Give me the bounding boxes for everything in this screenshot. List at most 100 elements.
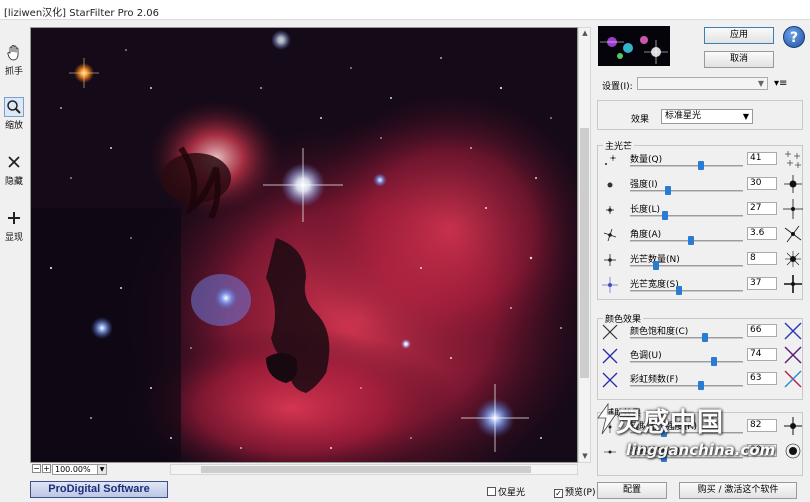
slider-row-rainbow: 彩虹频数(F) 63 (597, 370, 803, 395)
slider-value[interactable]: 82 (747, 419, 777, 432)
many-stars-icon (785, 151, 801, 168)
slider-knob[interactable] (665, 186, 672, 195)
control-panel: 应用 取消 ? 设置(I): ▼ ▾≡ 效果 标准星光 ▼ 主光芒 数量(Q) … (591, 20, 810, 478)
slider-track[interactable] (630, 361, 743, 363)
settings-combo[interactable]: ▼ (637, 77, 768, 90)
slider-knob[interactable] (675, 286, 682, 295)
effect-chevron-icon: ▼ (742, 112, 749, 121)
image-preview[interactable] (30, 27, 578, 463)
slider-knob[interactable] (662, 211, 669, 220)
slider-track[interactable] (630, 457, 743, 459)
slider-knob[interactable] (652, 261, 659, 270)
slider-row-ray-width: 光芒宽度(S) 37 (597, 275, 803, 300)
slider-knob[interactable] (660, 453, 667, 462)
horizontal-scroll-thumb[interactable] (201, 466, 531, 473)
slider-knob[interactable] (660, 428, 667, 437)
effect-value: 标准星光 (665, 111, 702, 121)
config-button[interactable]: 配置 (597, 482, 667, 499)
slider-value[interactable]: 37 (747, 277, 777, 290)
hide-tool[interactable]: 隐藏 (0, 152, 28, 192)
short-ray-icon (606, 206, 614, 214)
slider-label: 强度(I) (630, 180, 658, 190)
scroll-down-icon[interactable]: ▼ (580, 451, 590, 462)
status-bar: − + 100.00% ▼ (30, 463, 590, 476)
zoom-out-button[interactable]: − (32, 464, 41, 473)
slider-knob[interactable] (688, 236, 695, 245)
slider-label: 色调(U) (630, 351, 662, 361)
settings-label: 设置(I): (602, 82, 633, 92)
slider-row-intensity: 强度(I) 30 (597, 175, 803, 200)
slider-track[interactable] (630, 215, 743, 217)
buy-activate-button[interactable]: 购买 / 激活这个软件 (679, 482, 797, 499)
effect-select[interactable]: 标准星光 ▼ (661, 109, 753, 124)
stars-only-checkbox[interactable]: 仅星光 (487, 485, 525, 498)
slider-row-count: 数量(Q) 41 (597, 151, 803, 175)
slider-track[interactable] (630, 385, 743, 387)
hue-purple-icon (784, 346, 802, 364)
aux-low-icon (608, 421, 612, 433)
slider-value[interactable]: 27 (747, 202, 777, 215)
slider-row-ray-count: 光芒数量(N) 8 (597, 251, 803, 275)
help-icon[interactable]: ? (783, 26, 805, 48)
zoom-level-field[interactable]: 100.00% (52, 464, 98, 475)
slider-value[interactable]: 63 (747, 372, 777, 385)
slider-knob[interactable] (710, 357, 717, 366)
hand-tool[interactable]: 抓手 (0, 42, 28, 82)
slider-knob[interactable] (698, 161, 705, 170)
slider-knob[interactable] (698, 381, 705, 390)
slider-value[interactable]: 41 (747, 152, 777, 165)
slider-label: 光芒宽度(S) (630, 280, 679, 290)
title-bar: [liziwen汉化] StarFilter Pro 2.06 (0, 0, 810, 20)
slider-track[interactable] (630, 165, 743, 167)
bright-star-icon (784, 175, 802, 193)
show-tool[interactable]: 显现 (0, 208, 28, 248)
slider-row-halo: 光晕强度(O) 30 (597, 443, 803, 467)
zoom-in-button[interactable]: + (42, 464, 51, 473)
prodigital-logo[interactable]: ProDigital Software (30, 481, 168, 498)
slider-track[interactable] (630, 290, 743, 292)
preview-checkbox[interactable]: ✓ 预览(P) (554, 485, 595, 498)
slider-label: 光晕强度(O) (630, 447, 681, 457)
slider-knob[interactable] (701, 333, 708, 342)
slider-label: 彩虹频数(F) (630, 375, 679, 385)
apply-button[interactable]: 应用 (704, 27, 774, 44)
slider-value[interactable]: 30 (747, 444, 777, 457)
stars-only-box[interactable] (487, 487, 496, 496)
vertical-scrollbar[interactable]: ▲ ▼ (578, 27, 591, 463)
hand-tool-label: 抓手 (4, 67, 23, 77)
aux-high-icon (784, 417, 802, 435)
color-x-star-icon (784, 322, 802, 340)
vertical-scroll-thumb[interactable] (580, 128, 589, 378)
slider-track[interactable] (630, 337, 743, 339)
slider-track[interactable] (630, 432, 743, 434)
many-rays-icon (785, 251, 801, 267)
cancel-button[interactable]: 取消 (704, 51, 774, 68)
gray-x-star-icon (602, 324, 618, 340)
slider-label: 数量(Q) (630, 155, 663, 165)
slider-track[interactable] (630, 265, 743, 267)
slider-track[interactable] (630, 240, 743, 242)
nebula-image (31, 28, 577, 462)
slider-row-angle: 角度(A) 3.6 (597, 225, 803, 250)
slider-value[interactable]: 8 (747, 252, 777, 265)
hue-blue-icon (602, 348, 618, 364)
stars-only-label: 仅星光 (498, 488, 526, 498)
few-stars-icon (605, 155, 616, 165)
halo-high-icon (785, 443, 801, 459)
scroll-up-icon[interactable]: ▲ (580, 28, 590, 39)
slider-value[interactable]: 30 (747, 177, 777, 190)
horizontal-scrollbar[interactable] (170, 464, 578, 475)
slider-value[interactable]: 66 (747, 324, 777, 337)
zoom-tool[interactable]: 缩放 (0, 96, 28, 136)
slider-track[interactable] (630, 190, 743, 192)
slider-value[interactable]: 3.6 (747, 227, 777, 240)
two-rays-icon (604, 254, 616, 266)
preview-box[interactable]: ✓ (554, 489, 563, 498)
zoom-dropdown-icon[interactable]: ▼ (97, 464, 107, 475)
hide-tool-label: 隐藏 (4, 177, 23, 187)
angle-star-icon (603, 228, 617, 242)
magnifier-icon (0, 97, 28, 118)
dim-star-icon (607, 182, 613, 188)
slider-value[interactable]: 74 (747, 348, 777, 361)
settings-menu-icon[interactable]: ▾≡ (774, 78, 787, 89)
